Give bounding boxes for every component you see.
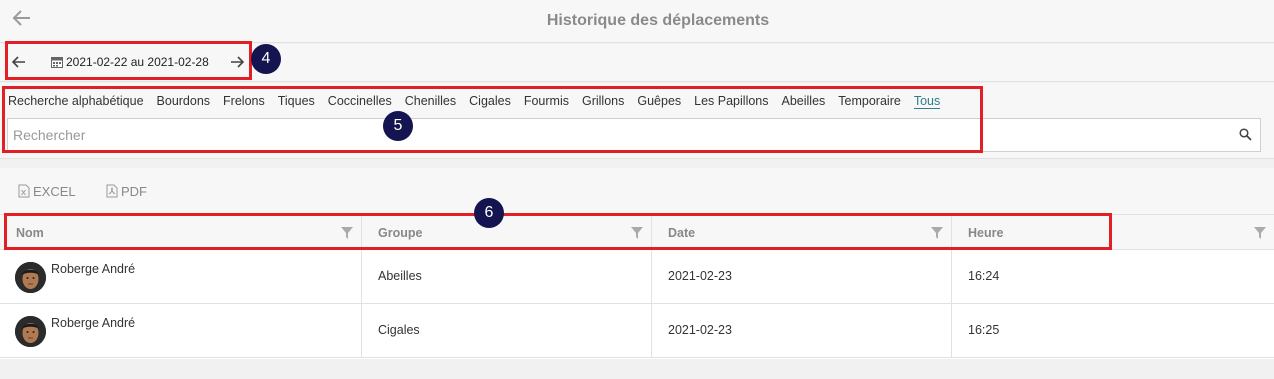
export-toolbar: EXCEL PDF <box>0 168 1274 214</box>
title-bar: Historique des déplacements <box>0 0 1274 43</box>
date-cell: 2021-02-23 <box>652 304 952 357</box>
annotation-box-header <box>4 213 1112 250</box>
time-cell: 16:24 <box>952 250 1274 303</box>
date-value: 2021-02-23 <box>668 269 732 283</box>
annotation-badge: 6 <box>474 198 504 228</box>
page-title: Historique des déplacements <box>546 12 770 29</box>
time-value: 16:25 <box>968 323 1000 337</box>
annotation-box-date-range <box>5 41 252 80</box>
group-value: Cigales <box>378 323 420 337</box>
time-value: 16:24 <box>968 269 1000 283</box>
table-row[interactable]: Roberge André Abeilles 2021-02-23 16:24 <box>0 250 1274 304</box>
annotation-badge: 5 <box>383 111 413 141</box>
group-cell: Abeilles <box>362 250 652 303</box>
time-cell: 16:25 <box>952 304 1274 357</box>
pdf-file-icon <box>106 184 118 198</box>
annotation-badge: 4 <box>251 44 281 74</box>
avatar <box>15 262 46 293</box>
annotation-box-filters <box>2 86 983 153</box>
avatar <box>15 316 46 347</box>
excel-export-button[interactable]: EXCEL <box>18 184 76 199</box>
pdf-label: PDF <box>121 184 147 199</box>
pdf-export-button[interactable]: PDF <box>106 184 147 199</box>
excel-label: EXCEL <box>33 184 76 199</box>
date-cell: 2021-02-23 <box>652 250 952 303</box>
table-row[interactable]: Roberge André Cigales 2021-02-23 16:25 <box>0 304 1274 358</box>
person-name: Roberge André <box>51 262 136 276</box>
group-cell: Cigales <box>362 304 652 357</box>
date-value: 2021-02-23 <box>668 323 732 337</box>
search-icon[interactable] <box>1239 128 1252 141</box>
filter-icon[interactable] <box>1254 226 1266 239</box>
group-value: Abeilles <box>378 269 422 283</box>
person-name: Roberge André <box>51 316 136 330</box>
excel-file-icon <box>18 184 30 198</box>
name-cell: Roberge André <box>0 304 362 357</box>
name-cell: Roberge André <box>0 250 362 303</box>
